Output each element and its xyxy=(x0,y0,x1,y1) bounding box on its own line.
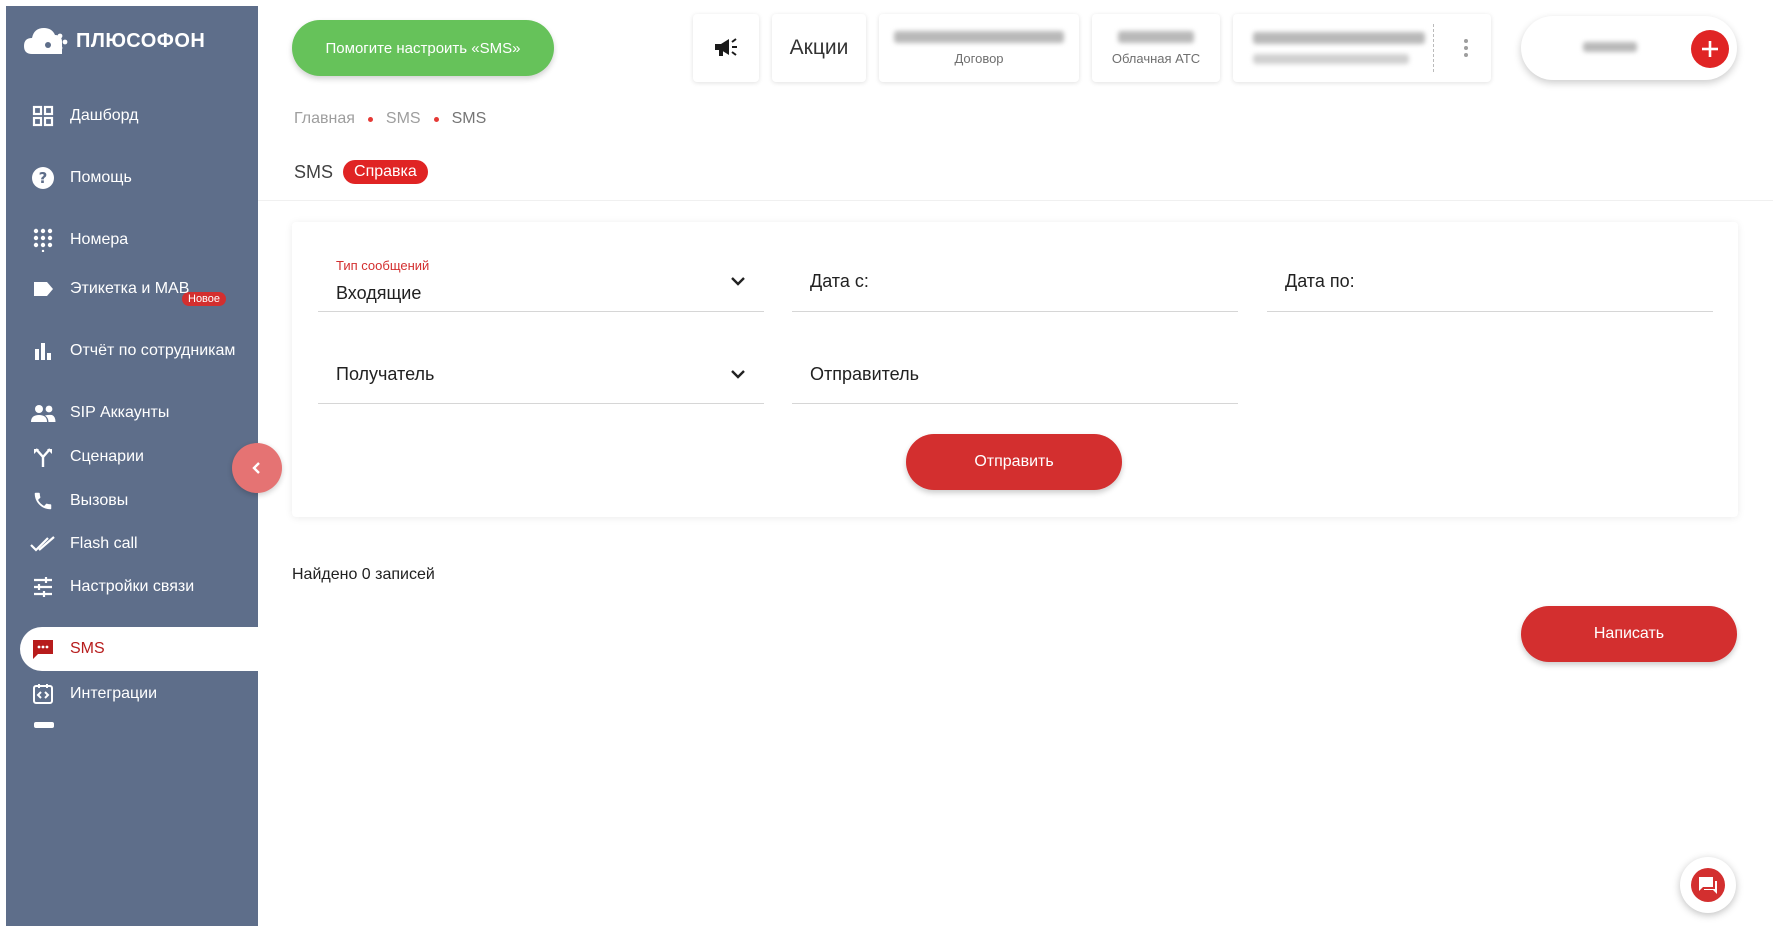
sidebar-item-label-mab[interactable]: Этикетка и МАВ xyxy=(6,267,258,311)
sender-label: Отправитель xyxy=(810,364,919,384)
chevron-down-icon xyxy=(731,370,745,379)
double-check-icon xyxy=(30,531,56,557)
integration-icon xyxy=(30,681,56,707)
sidebar-item-integrations[interactable]: Интеграции xyxy=(6,672,258,716)
help-reference-chip[interactable]: Справка xyxy=(343,160,428,184)
contract-card[interactable]: Договор xyxy=(879,14,1079,82)
date-to-field[interactable]: Дата по: xyxy=(1267,222,1713,312)
page-title-text: SMS xyxy=(294,161,334,182)
sidebar-item-label: Вызовы xyxy=(70,492,129,509)
account-card-divider xyxy=(1433,24,1434,72)
sidebar-item-sip-accounts[interactable]: SIP Аккаунты xyxy=(6,391,258,435)
svg-text:?: ? xyxy=(39,169,48,187)
label-icon xyxy=(30,276,56,302)
dialpad-icon xyxy=(30,227,56,253)
sidebar-item-sms[interactable]: SMS xyxy=(20,627,258,671)
bar-chart-icon xyxy=(30,338,56,364)
breadcrumb-current: SMS xyxy=(451,110,487,127)
brand-logo[interactable]: ПЛЮСОФОН xyxy=(22,24,205,58)
balance-card[interactable] xyxy=(1521,16,1737,80)
message-type-value: Входящие xyxy=(336,283,422,303)
sidebar-item-employee-report[interactable]: Отчёт по сотрудникам xyxy=(6,329,258,373)
phone-icon xyxy=(30,488,56,514)
fork-icon xyxy=(30,444,56,470)
recipient-label: Получатель xyxy=(336,364,435,384)
sidebar-item-label: Отчёт по сотрудникам xyxy=(70,342,236,359)
megaphone-icon xyxy=(715,38,737,56)
account-phone-blurred xyxy=(1253,32,1425,44)
cloud-logo-icon xyxy=(24,28,68,54)
collapse-sidebar-button[interactable] xyxy=(232,443,282,493)
page-title: SMS Справка xyxy=(294,160,428,184)
sidebar-item-connection-settings[interactable]: Настройки связи xyxy=(6,565,258,609)
pbx-tariff-blurred xyxy=(1118,30,1194,43)
account-card[interactable] xyxy=(1233,14,1491,82)
message-type-label: Тип сообщений xyxy=(336,258,430,273)
write-sms-button[interactable]: Написать xyxy=(1521,606,1737,662)
breadcrumb-separator xyxy=(433,116,439,122)
top-up-button[interactable] xyxy=(1691,30,1729,68)
sidebar-item-label: Настройки связи xyxy=(70,578,195,595)
breadcrumb-home[interactable]: Главная xyxy=(294,110,355,128)
help-setup-sms-button[interactable]: Помогите настроить «SMS» xyxy=(292,20,554,76)
date-to-label: Дата по: xyxy=(1285,271,1355,291)
header-divider xyxy=(258,200,1773,201)
promo-label: Акции xyxy=(789,36,849,59)
sms-filter-panel: Тип сообщений Входящие Дата с: Дата по: … xyxy=(292,222,1738,517)
more-vertical-icon[interactable] xyxy=(1463,38,1469,58)
chevron-left-icon xyxy=(252,462,260,474)
sliders-icon xyxy=(30,574,56,600)
contract-number-blurred xyxy=(894,30,1064,43)
chevron-down-icon xyxy=(731,277,745,286)
sidebar-item-label: SIP Аккаунты xyxy=(70,404,170,421)
sidebar-item-calls[interactable]: Вызовы xyxy=(6,479,258,523)
promo-button[interactable]: Акции xyxy=(772,14,866,82)
help-icon: ? xyxy=(30,165,56,191)
account-email-blurred xyxy=(1253,54,1409,64)
breadcrumb: Главная SMS SMS xyxy=(294,110,486,128)
recipient-select[interactable]: Получатель xyxy=(318,322,764,404)
sender-field[interactable]: Отправитель xyxy=(792,322,1238,404)
message-type-select[interactable]: Тип сообщений Входящие xyxy=(318,222,764,312)
breadcrumb-separator xyxy=(367,116,373,122)
date-from-label: Дата с: xyxy=(810,271,869,291)
partial-menu-item xyxy=(34,722,54,728)
breadcrumb-sms[interactable]: SMS xyxy=(386,110,421,128)
date-from-field[interactable]: Дата с: xyxy=(792,222,1238,312)
sidebar-item-label: Сценарии xyxy=(70,448,144,465)
sms-icon xyxy=(30,636,56,662)
plus-icon xyxy=(1702,41,1718,57)
results-count: Найдено 0 записей xyxy=(292,566,435,583)
pbx-card[interactable]: Облачная АТС xyxy=(1092,14,1220,82)
chat-support-button[interactable] xyxy=(1680,857,1736,913)
sidebar: ПЛЮСОФОН Дашборд ? Помощь Номера Новое Э… xyxy=(6,6,258,926)
pbx-label: Облачная АТС xyxy=(1111,50,1201,66)
sidebar-item-label: Номера xyxy=(70,231,129,248)
sidebar-item-scenarios[interactable]: Сценарии xyxy=(6,435,258,479)
sidebar-item-help[interactable]: ? Помощь xyxy=(6,156,258,200)
sidebar-item-label: Дашборд xyxy=(70,107,139,124)
app-root: ПЛЮСОФОН Дашборд ? Помощь Номера Новое Э… xyxy=(0,0,1773,926)
chat-icon xyxy=(1691,868,1725,902)
dashboard-icon xyxy=(30,103,56,129)
sidebar-item-label: Помощь xyxy=(70,169,132,186)
sidebar-item-label: SMS xyxy=(70,640,105,657)
sidebar-item-numbers[interactable]: Номера xyxy=(6,218,258,262)
announcement-button[interactable] xyxy=(693,14,759,82)
sidebar-item-dashboard[interactable]: Дашборд xyxy=(6,94,258,138)
sidebar-item-label: Этикетка и МАВ xyxy=(70,280,190,297)
users-icon xyxy=(30,400,56,426)
contract-label: Договор xyxy=(954,50,1004,66)
balance-value-blurred xyxy=(1583,42,1637,52)
submit-filter-button[interactable]: Отправить xyxy=(906,434,1122,490)
sidebar-item-label: Flash call xyxy=(70,535,138,552)
sidebar-item-flash-call[interactable]: Flash call xyxy=(6,522,258,566)
sidebar-item-label: Интеграции xyxy=(70,685,158,702)
brand-name: ПЛЮСОФОН xyxy=(76,29,206,52)
